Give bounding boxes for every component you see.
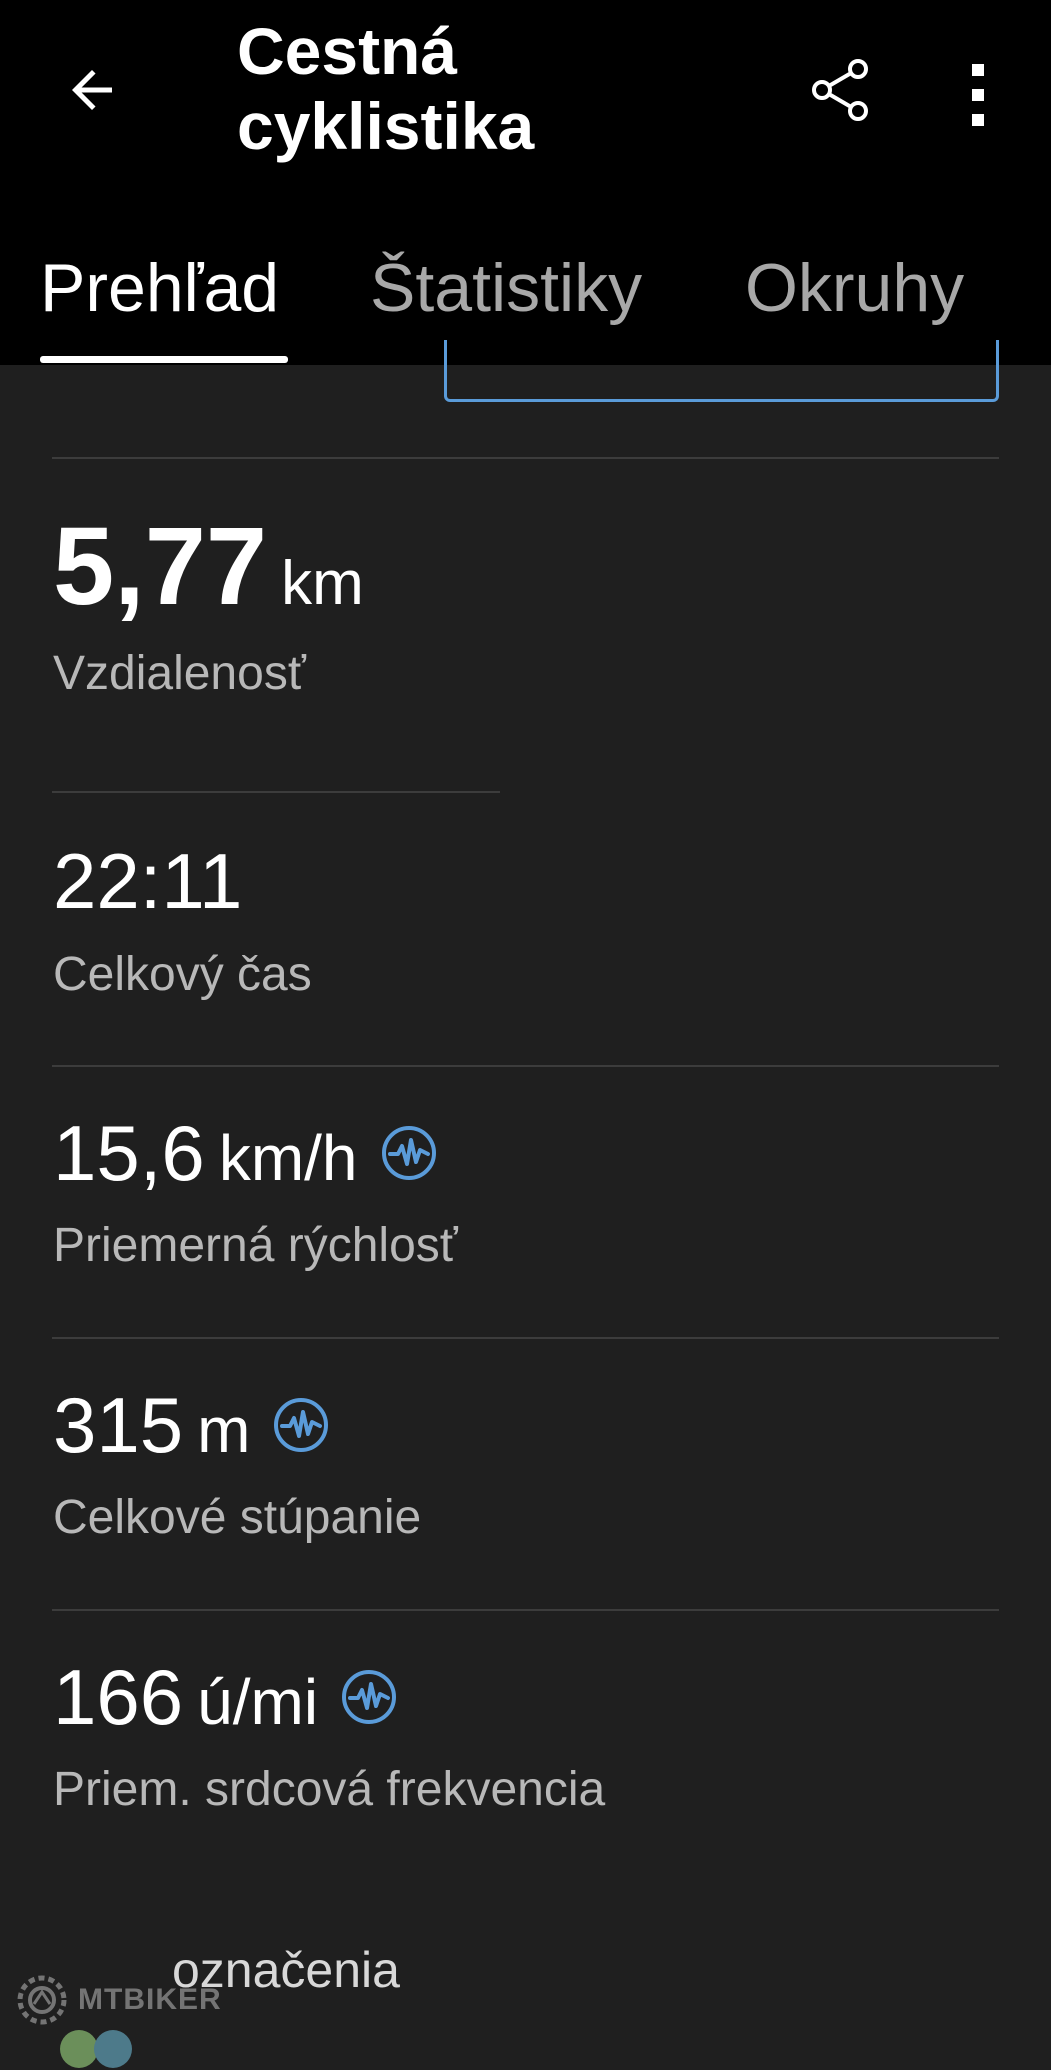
total-ascent-number: 315 [53,1381,184,1469]
watermark-text: MTBIKER [78,1983,222,2016]
total-time-label: Celkový čas [53,948,312,1001]
app-bar: Cestná cyklistika Prehľad Štatistiky Okr… [0,0,1051,365]
total-ascent-label: Celkové stúpanie [53,1491,422,1544]
avg-speed-value: 15,6 km/h [53,1114,438,1192]
avg-heart-rate-number: 166 [53,1653,184,1741]
avg-speed-label: Priemerná rýchlosť [53,1219,458,1272]
distance-number: 5,77 [53,505,268,628]
connect-iq-icon[interactable] [340,1668,398,1726]
avatar-group [60,2030,140,2070]
more-options-button[interactable] [942,50,1014,140]
tab-statistics[interactable]: Štatistiky [370,246,642,330]
avg-heart-rate-unit: ú/mi [197,1666,319,1738]
back-button[interactable] [52,50,132,130]
map-frame-edge[interactable] [444,340,999,402]
share-button[interactable] [800,50,880,130]
connect-iq-icon[interactable] [272,1396,330,1454]
total-ascent-unit: m [197,1394,251,1466]
tab-overview[interactable]: Prehľad [40,246,279,330]
connect-iq-icon[interactable] [380,1124,438,1182]
distance-value: 5,77 km [53,512,364,622]
total-time-value: 22:11 [53,842,242,920]
distance-label: Vzdialenosť [53,647,306,700]
divider [52,1065,999,1067]
watermark: MTBIKER [12,1970,222,2030]
total-ascent-value: 315 m [53,1386,330,1464]
avatar [94,2030,132,2068]
avg-speed-number: 15,6 [53,1109,205,1197]
divider [52,457,999,459]
share-icon [812,59,868,121]
total-time-number: 22:11 [53,837,243,925]
page-title: Cestná cyklistika [237,14,535,163]
gear-logo-icon [17,1975,67,2025]
divider [52,791,500,793]
tab-laps[interactable]: Okruhy [745,246,964,330]
distance-unit: km [281,549,364,618]
arrow-left-icon [72,70,112,110]
divider [52,1337,999,1339]
avg-heart-rate-value: 166 ú/mi [53,1658,398,1736]
avg-heart-rate-label: Priem. srdcová frekvencia [53,1763,606,1816]
more-vertical-icon [972,64,984,126]
active-tab-indicator [40,356,288,363]
divider [52,1609,999,1611]
avg-speed-unit: km/h [218,1122,358,1194]
avatar [60,2030,98,2068]
